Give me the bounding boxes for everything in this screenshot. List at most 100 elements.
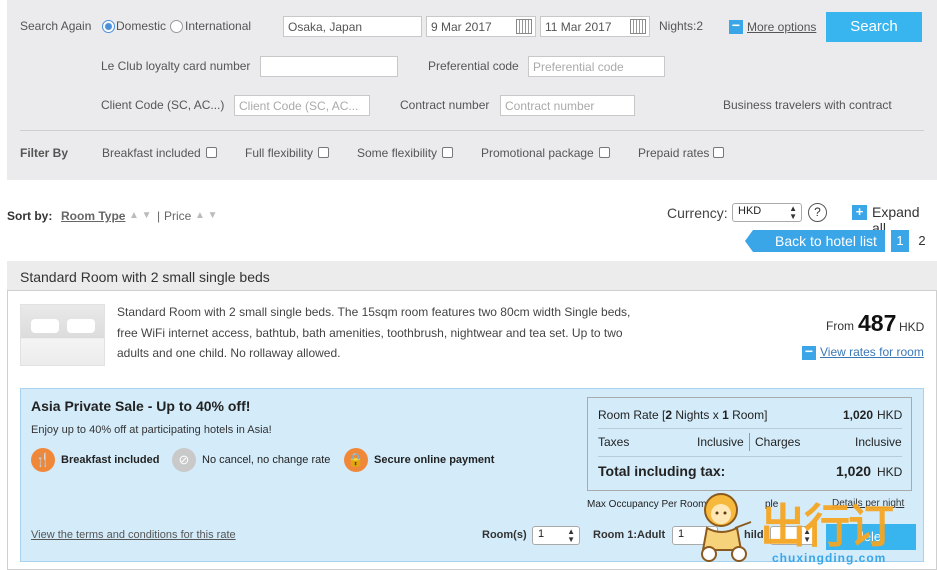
- currency-value: HKD: [738, 205, 762, 217]
- search-button[interactable]: Search: [826, 12, 922, 42]
- room-price-currency: HKD: [899, 320, 925, 334]
- room-image[interactable]: [20, 304, 105, 366]
- filter-some-flex-label: Some flexibility: [357, 146, 438, 160]
- from-label: From: [826, 319, 854, 333]
- rate-title: Asia Private Sale - Up to 40% off!: [31, 398, 251, 414]
- room-description: Standard Room with 2 small single beds. …: [117, 302, 657, 364]
- fork-knife-icon: 🍴: [31, 448, 55, 472]
- room-price: 487: [858, 310, 897, 336]
- total-label: Total including tax:: [598, 463, 726, 479]
- filter-full-flex-checkbox[interactable]: [318, 147, 329, 158]
- lock-icon: 🔒: [344, 448, 368, 472]
- filter-breakfast-label: Breakfast included: [102, 146, 201, 160]
- adult-value: 1: [678, 528, 685, 540]
- international-radio[interactable]: [170, 20, 183, 33]
- feature-no-cancel: No cancel, no change rate: [202, 454, 331, 466]
- charges-value: Inclusive: [855, 435, 902, 449]
- back-to-hotel-list-label: Back to hotel list: [775, 233, 877, 249]
- business-note: Business travelers with contract: [723, 98, 892, 112]
- domestic-label[interactable]: Domestic: [116, 19, 166, 33]
- room-rate-label: Room Rate [2 Nights x 1 Room]: [598, 408, 767, 422]
- loyalty-label: Le Club loyalty card number: [101, 59, 251, 73]
- currency-help-icon[interactable]: ?: [808, 203, 827, 222]
- international-label[interactable]: International: [185, 19, 251, 33]
- loyalty-input[interactable]: [260, 56, 398, 77]
- rooms-label: Room(s): [482, 529, 527, 541]
- rooms-value: 1: [538, 528, 545, 540]
- adult-label: Room 1:Adult: [593, 529, 666, 541]
- filter-breakfast-checkbox[interactable]: [206, 147, 217, 158]
- pillow-shape: [31, 319, 59, 333]
- watermark-url: chuxingding.com: [772, 551, 887, 565]
- filter-promo-checkbox[interactable]: [599, 147, 610, 158]
- rooms-select[interactable]: 1 ▲ ▼: [532, 526, 580, 545]
- back-to-hotel-list-button[interactable]: Back to hotel list: [745, 230, 885, 252]
- room-rate-prefix: Room Rate [: [598, 408, 666, 422]
- filter-prepaid-checkbox[interactable]: [713, 147, 724, 158]
- filter-by-label: Filter By: [20, 146, 69, 160]
- sort-room-type[interactable]: Room Type: [61, 209, 125, 223]
- feature-breakfast: Breakfast included: [61, 454, 160, 466]
- feature-secure-payment: Secure online payment: [374, 454, 495, 466]
- domestic-radio[interactable]: [102, 20, 115, 33]
- divider: [20, 130, 924, 131]
- taxes-value: Inclusive: [697, 435, 744, 449]
- mascot-icon: [701, 493, 752, 562]
- contract-input[interactable]: [500, 95, 635, 116]
- minus-icon[interactable]: −: [729, 18, 743, 34]
- contract-label: Contract number: [400, 98, 490, 112]
- sort-arrows-icon[interactable]: ▲ ▼: [129, 210, 152, 221]
- pillow-shape: [67, 319, 95, 333]
- rate-subtitle: Enjoy up to 40% off at participating hot…: [31, 424, 272, 436]
- watermark-brand: 出行订: [760, 499, 894, 553]
- nights-count: Nights:2: [659, 19, 704, 33]
- room-rate-currency: HKD: [877, 408, 903, 422]
- preferential-input[interactable]: [528, 56, 665, 77]
- currency-select[interactable]: HKD ▲ ▼: [732, 203, 802, 222]
- total-value: 1,020: [836, 463, 872, 479]
- no-cancel-icon: ⊘: [172, 448, 196, 472]
- max-occupancy: Max Occupancy Per Room: [587, 499, 707, 510]
- preferential-label: Preferential code: [428, 59, 519, 73]
- calendar-icon[interactable]: [516, 19, 532, 34]
- description-line: adults and one child. No rollaway allowe…: [117, 346, 341, 360]
- taxes-label: Taxes: [598, 435, 630, 449]
- room-rate-mid: Nights x: [672, 408, 723, 422]
- filter-promo-label: Promotional package: [481, 146, 594, 160]
- sort-arrows-icon[interactable]: ▲ ▼: [195, 210, 218, 221]
- sort-separator: |: [157, 209, 161, 223]
- page-1[interactable]: 1: [891, 230, 909, 252]
- room-rate-suffix: Room]: [728, 408, 768, 422]
- divider: [598, 456, 902, 457]
- sort-label: Sort by:: [7, 209, 53, 223]
- filter-prepaid-label: Prepaid rates: [638, 146, 710, 160]
- more-options-link[interactable]: More options: [747, 20, 816, 34]
- page-2[interactable]: 2: [913, 230, 931, 252]
- sort-price[interactable]: Price: [164, 209, 191, 223]
- room-rate-rooms: 1: [722, 408, 729, 422]
- minus-icon[interactable]: −: [802, 344, 816, 360]
- destination-input[interactable]: [283, 16, 422, 37]
- stepper-arrows-icon: ▲▼: [789, 204, 797, 221]
- filter-some-flex-checkbox[interactable]: [442, 147, 453, 158]
- charges-label: Charges: [755, 435, 801, 449]
- currency-label: Currency:: [667, 205, 728, 221]
- divider: [598, 428, 902, 429]
- search-again-label: Search Again: [20, 19, 92, 33]
- client-code-input[interactable]: [234, 95, 370, 116]
- terms-link[interactable]: View the terms and conditions for this r…: [31, 529, 236, 541]
- arrow-left-icon: [745, 230, 753, 252]
- mascot-logo: [695, 488, 759, 566]
- divider: [749, 433, 750, 451]
- room-rate-value: 1,020: [843, 408, 874, 422]
- room-title[interactable]: Standard Room with 2 small single beds: [20, 269, 270, 285]
- client-code-label: Client Code (SC, AC...): [101, 98, 225, 112]
- stepper-arrows-icon: ▲▼: [567, 527, 575, 544]
- view-rates-link[interactable]: View rates for room: [820, 345, 924, 359]
- total-currency: HKD: [877, 465, 903, 479]
- plus-icon[interactable]: +: [852, 205, 867, 220]
- filter-full-flex-label: Full flexibility: [245, 146, 314, 160]
- description-line: Standard Room with 2 small single beds. …: [117, 305, 631, 319]
- description-line: free WiFi internet access, bathtub, bath…: [117, 325, 623, 340]
- calendar-icon[interactable]: [630, 19, 646, 34]
